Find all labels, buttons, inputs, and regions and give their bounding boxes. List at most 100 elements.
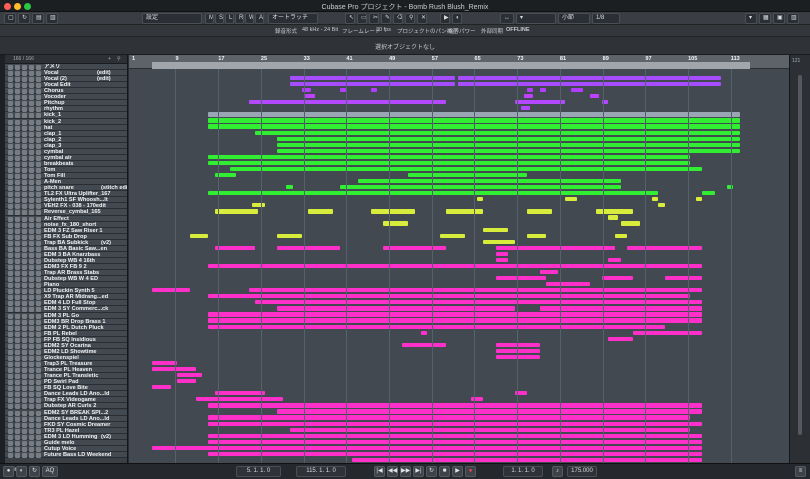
- event-part[interactable]: [539, 269, 559, 275]
- event-part[interactable]: [614, 233, 627, 238]
- cycle-range[interactable]: [152, 62, 750, 69]
- event-part[interactable]: [523, 94, 534, 99]
- record-button[interactable]: ●: [465, 466, 476, 477]
- event-part[interactable]: [652, 197, 659, 202]
- dropdown-icon[interactable]: ▾: [745, 13, 757, 24]
- track-filter-icon[interactable]: ⚲: [117, 56, 121, 62]
- event-part[interactable]: [439, 233, 465, 238]
- event-part[interactable]: [633, 330, 702, 335]
- position-display[interactable]: 1. 1. 1. 0: [503, 466, 543, 477]
- event-part[interactable]: [658, 203, 665, 208]
- quantize-value-dropdown[interactable]: 1/8: [592, 13, 620, 24]
- auto-quantize-button[interactable]: AQ: [42, 466, 58, 477]
- event-part[interactable]: [458, 82, 721, 87]
- event-part[interactable]: [230, 166, 702, 172]
- event-part[interactable]: [383, 245, 446, 250]
- event-part[interactable]: [277, 306, 515, 311]
- event-part[interactable]: [289, 427, 690, 432]
- inspector-button[interactable]: ▣: [773, 13, 785, 24]
- window-button[interactable]: ▤: [32, 13, 44, 24]
- event-part[interactable]: [527, 233, 546, 238]
- punch-icon[interactable]: ◐: [16, 466, 27, 477]
- fast-forward-button[interactable]: ▶▶: [400, 466, 411, 477]
- event-part[interactable]: [177, 379, 196, 384]
- track-row[interactable]: Future Bass LD Weekend: [5, 451, 127, 458]
- track-solo-icon[interactable]: [22, 452, 27, 458]
- event-part[interactable]: [595, 209, 634, 214]
- event-part[interactable]: [152, 366, 196, 372]
- event-part[interactable]: [189, 233, 209, 238]
- right-locator[interactable]: 115. 1. 1. 0: [296, 466, 346, 477]
- event-part[interactable]: [608, 257, 621, 263]
- event-part[interactable]: [208, 433, 702, 438]
- event-part[interactable]: [277, 409, 702, 414]
- event-part[interactable]: [208, 451, 702, 456]
- event-part[interactable]: [339, 88, 346, 93]
- color-tool-button[interactable]: ◐: [452, 13, 462, 24]
- event-part[interactable]: [208, 294, 690, 299]
- snap-toggle[interactable]: ↔: [500, 13, 514, 24]
- range-tool-button[interactable]: ▭: [357, 13, 367, 24]
- event-part[interactable]: [695, 197, 702, 202]
- split-tool-button[interactable]: ✂: [369, 13, 379, 24]
- event-part[interactable]: [539, 306, 702, 311]
- event-part[interactable]: [495, 257, 509, 263]
- event-part[interactable]: [483, 239, 515, 244]
- event-part[interactable]: [589, 94, 599, 99]
- event-part[interactable]: [208, 421, 702, 426]
- event-part[interactable]: [520, 106, 531, 111]
- event-part[interactable]: [208, 439, 702, 444]
- event-part[interactable]: [289, 75, 456, 81]
- event-part[interactable]: [305, 94, 315, 99]
- go-to-start-button[interactable]: |◀: [374, 466, 385, 477]
- setting-dropdown[interactable]: 設定: [142, 13, 202, 24]
- event-part[interactable]: [358, 179, 621, 184]
- event-part[interactable]: [620, 221, 640, 226]
- event-part[interactable]: [289, 82, 456, 87]
- track-read-icon[interactable]: [29, 452, 34, 458]
- event-part[interactable]: [277, 233, 302, 238]
- mute-tool-button[interactable]: ✕: [417, 13, 427, 24]
- sample-rate[interactable]: 48 kHz - 24 Bit: [302, 27, 338, 33]
- auto-latch-dropdown[interactable]: オートラッチ: [268, 13, 318, 24]
- arrange-area[interactable]: 1 9 17 25 33 41 49 57 65 73 81 89 97 105 113: [129, 55, 789, 463]
- loop-tool-button[interactable]: ↻: [18, 13, 30, 24]
- event-part[interactable]: [527, 209, 552, 214]
- event-part[interactable]: [177, 373, 202, 378]
- event-part[interactable]: [564, 197, 577, 202]
- track-folder-icon[interactable]: [8, 452, 13, 458]
- record-mode-icon[interactable]: ●: [3, 466, 14, 477]
- event-part[interactable]: [308, 209, 334, 214]
- event-part[interactable]: [339, 185, 621, 190]
- event-part[interactable]: [152, 445, 702, 450]
- play-button[interactable]: ▶: [452, 466, 463, 477]
- erase-tool-button[interactable]: ⌫: [393, 13, 403, 24]
- stop-button[interactable]: ■: [439, 466, 450, 477]
- metronome-icon[interactable]: ♪: [552, 466, 563, 477]
- cycle-record-icon[interactable]: ↻: [29, 466, 40, 477]
- event-part[interactable]: [458, 75, 721, 81]
- mode-l-button[interactable]: L: [225, 13, 234, 24]
- snap-mode-dropdown[interactable]: ▾: [516, 13, 556, 24]
- event-part[interactable]: [702, 191, 715, 196]
- event-part[interactable]: [483, 227, 509, 232]
- event-part[interactable]: [208, 318, 702, 323]
- event-part[interactable]: [545, 282, 590, 287]
- track-mute-icon[interactable]: [15, 452, 20, 458]
- event-part[interactable]: [539, 88, 546, 93]
- cycle-button[interactable]: ↻: [426, 466, 437, 477]
- event-part[interactable]: [208, 191, 659, 196]
- go-to-end-button[interactable]: ▶|: [413, 466, 424, 477]
- event-part[interactable]: [208, 312, 702, 317]
- event-part[interactable]: [255, 130, 740, 135]
- event-part[interactable]: [214, 209, 259, 214]
- event-part[interactable]: [570, 88, 584, 93]
- event-part[interactable]: [664, 276, 702, 281]
- mode-a-button[interactable]: A: [255, 13, 264, 24]
- vertical-scrollbar[interactable]: [798, 75, 802, 435]
- panel-button[interactable]: ▥: [787, 13, 799, 24]
- event-part[interactable]: [286, 185, 293, 190]
- event-part[interactable]: [370, 209, 415, 214]
- glue-tool-button[interactable]: ✎: [381, 13, 391, 24]
- event-part[interactable]: [477, 197, 484, 202]
